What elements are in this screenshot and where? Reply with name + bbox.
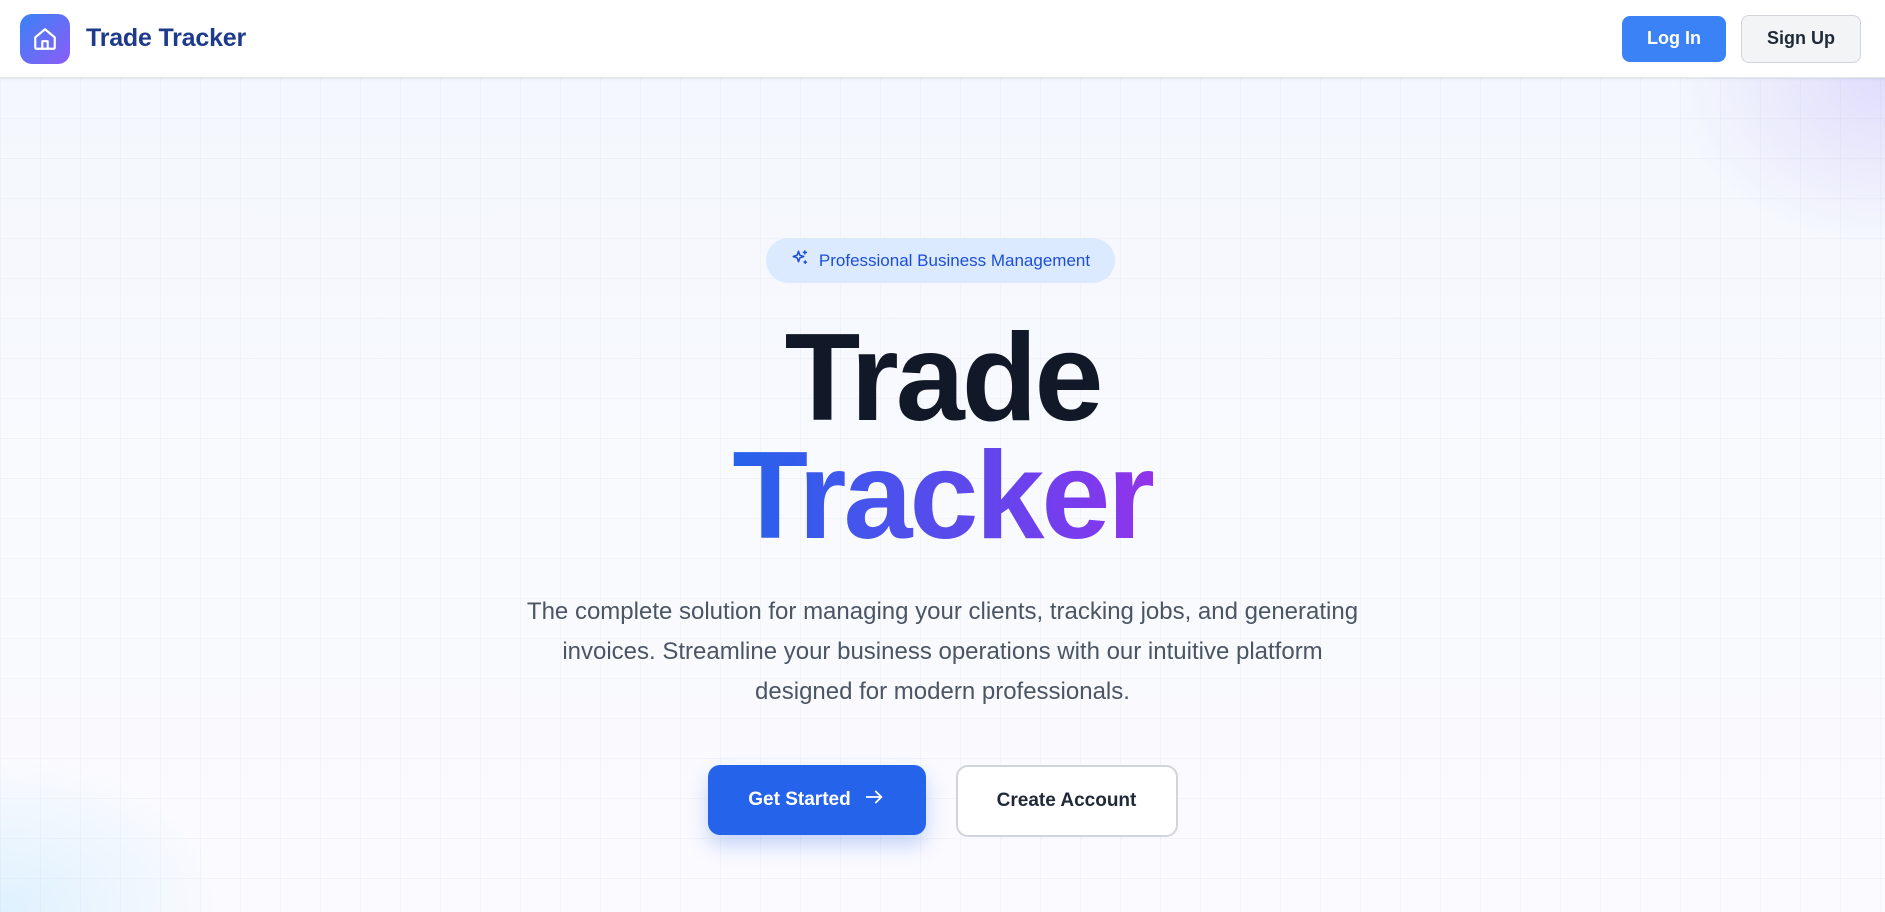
login-button[interactable]: Log In xyxy=(1622,15,1726,62)
signup-button[interactable]: Sign Up xyxy=(1741,14,1861,63)
hero-title-line1: Trade xyxy=(784,309,1104,447)
get-started-label: Get Started xyxy=(748,789,851,810)
top-navbar: Trade Tracker Log In Sign Up xyxy=(0,0,1885,78)
hero-section: Professional Business Management Trade T… xyxy=(0,78,1885,912)
get-started-button[interactable]: Get Started xyxy=(707,765,926,835)
hero-subtitle: The complete solution for managing your … xyxy=(526,598,1359,705)
badge-text: Professional Business Management xyxy=(818,250,1091,270)
feature-badge: Professional Business Management xyxy=(766,238,1115,283)
hero-title-line2: Tracker xyxy=(0,434,1885,558)
hero-title-gradient-text: Tracker xyxy=(732,427,1155,565)
create-account-button[interactable]: Create Account xyxy=(955,765,1178,837)
arrow-right-icon xyxy=(863,786,885,814)
sparkles-icon xyxy=(791,249,809,272)
brand[interactable]: Trade Tracker xyxy=(20,13,246,64)
home-icon[interactable] xyxy=(20,13,70,64)
auth-actions: Log In Sign Up xyxy=(1622,14,1861,63)
brand-name[interactable]: Trade Tracker xyxy=(86,24,246,53)
cta-row: Get Started Create Account xyxy=(0,765,1885,837)
